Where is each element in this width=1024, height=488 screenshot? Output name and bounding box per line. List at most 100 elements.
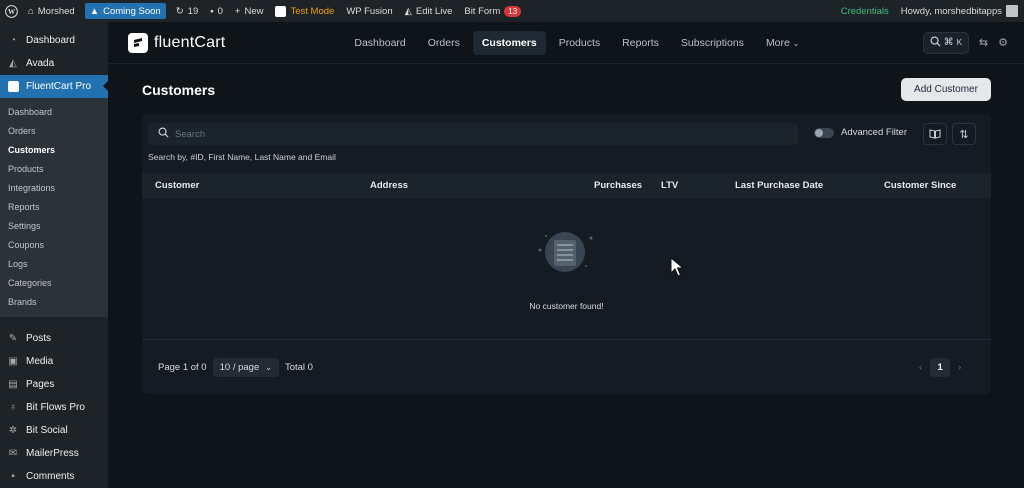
sidebar-item-label: Dashboard: [26, 35, 75, 46]
coming-soon-badge[interactable]: ▲ Coming Soon: [84, 3, 166, 19]
comment-icon: ▪: [11, 471, 15, 482]
submenu-item-customers[interactable]: Customers: [0, 140, 108, 159]
submenu-item-logs[interactable]: Logs: [0, 254, 108, 273]
submenu-item-coupons[interactable]: Coupons: [0, 235, 108, 254]
nav-orders[interactable]: Orders: [419, 31, 469, 55]
column-ltv[interactable]: LTV: [661, 180, 678, 191]
advanced-filter-toggle[interactable]: Advanced Filter: [814, 127, 907, 138]
plus-icon: +: [234, 5, 241, 17]
sidebar-item-dashboard[interactable]: ◔ Dashboard: [0, 29, 108, 52]
customers-table-card: Search Search by, #ID, First Name, Last …: [142, 114, 991, 394]
sidebar-item-label: Avada: [26, 58, 55, 69]
column-last-purchase-date[interactable]: Last Purchase Date: [735, 180, 823, 191]
sidebar-item-posts[interactable]: ✎ Posts: [0, 327, 108, 350]
chevron-down-icon: ⌄: [792, 38, 800, 48]
empty-list-icon: [538, 232, 593, 272]
column-purchases[interactable]: Purchases: [594, 180, 642, 191]
table-header: Customer Address Purchases LTV Last Purc…: [142, 173, 991, 198]
site-name-label: Morshed: [37, 5, 75, 17]
column-customer[interactable]: Customer: [155, 180, 199, 191]
svg-text:W: W: [7, 8, 15, 16]
nav-dashboard[interactable]: Dashboard: [345, 31, 414, 55]
submenu-item-brands[interactable]: Brands: [0, 292, 108, 311]
column-customer-since[interactable]: Customer Since: [884, 180, 956, 191]
nav-reports[interactable]: Reports: [613, 31, 668, 55]
pages-icon: ▤: [8, 379, 18, 390]
book-icon[interactable]: [923, 123, 947, 145]
toggle-switch[interactable]: [814, 127, 834, 138]
nav-subscriptions[interactable]: Subscriptions: [672, 31, 753, 55]
sidebar-item-pages[interactable]: ▤ Pages: [0, 373, 108, 396]
nav-customers[interactable]: Customers: [472, 30, 546, 55]
site-name-link[interactable]: ⌂ Morshed: [22, 0, 81, 22]
sidebar-item-media[interactable]: ▣ Media: [0, 350, 108, 373]
nav-more-label: More: [765, 36, 790, 49]
search-icon: [158, 127, 169, 141]
nav-more[interactable]: More ⌄: [757, 31, 809, 55]
column-address[interactable]: Address: [370, 180, 408, 191]
add-customer-button[interactable]: Add Customer: [901, 78, 991, 101]
wp-admin-sidebar: ◔ Dashboard ◭ Avada FluentCart Pro Dashb…: [0, 22, 108, 488]
new-content-link[interactable]: + New: [229, 0, 270, 22]
sidebar-item-comments[interactable]: ▪ Comments: [0, 465, 108, 488]
comment-bubble-icon: ▪: [210, 5, 214, 17]
chevron-down-icon: ⌄: [265, 363, 272, 372]
wp-admin-bar: W ⌂ Morshed ▲ Coming Soon ↻ 19 ▪ 0 + New…: [0, 0, 1024, 22]
fluentcart-top-nav: fluentCart Dashboard Orders Customers Pr…: [108, 22, 1024, 64]
sidebar-item-fluentcart-pro[interactable]: FluentCart Pro: [0, 75, 108, 98]
chevron-left-icon[interactable]: ‹: [919, 362, 922, 373]
updates-count: 19: [187, 5, 199, 17]
submenu-item-reports[interactable]: Reports: [0, 197, 108, 216]
bit-form-badge: 13: [504, 5, 522, 17]
comments-link[interactable]: ▪ 0: [204, 0, 229, 22]
user-account-menu[interactable]: Howdy, morshedbitapps: [895, 0, 1024, 22]
wp-fusion-link[interactable]: WP Fusion: [340, 0, 398, 22]
main-nav: Dashboard Orders Customers Products Repo…: [345, 30, 809, 55]
bit-form-link[interactable]: Bit Form 13: [458, 0, 527, 22]
search-placeholder: Search: [175, 128, 206, 140]
bitsocial-icon: ✲: [8, 425, 18, 436]
sort-icon[interactable]: ⇅: [952, 123, 976, 145]
sidebar-item-bit-flows-pro[interactable]: ♁ Bit Flows Pro: [0, 396, 108, 419]
gear-icon[interactable]: ⚙: [998, 36, 1008, 49]
per-page-value: 10 / page: [219, 362, 260, 373]
page-info: Page 1 of 0: [158, 362, 207, 373]
fluentcart-logo[interactable]: fluentCart: [128, 32, 226, 53]
pagination-info: Page 1 of 0 10 / page ⌄ Total 0: [158, 358, 313, 377]
submenu-item-dashboard[interactable]: Dashboard: [0, 102, 108, 121]
logo-text: fluentCart: [154, 33, 226, 51]
submenu-item-categories[interactable]: Categories: [0, 273, 108, 292]
edit-live-label: Edit Live: [415, 5, 453, 17]
updates-icon: ↻: [175, 5, 184, 17]
command-search-button[interactable]: ⌘ K: [922, 31, 969, 54]
fluentcart-icon: [7, 81, 19, 93]
search-icon: [930, 36, 941, 50]
submenu-item-products[interactable]: Products: [0, 159, 108, 178]
search-input[interactable]: Search: [148, 123, 798, 145]
page-number-button[interactable]: 1: [930, 358, 951, 377]
home-icon: ⌂: [28, 5, 34, 17]
test-mode-link[interactable]: Test Mode: [269, 0, 340, 22]
pagination: ‹ 1 ›: [919, 358, 961, 377]
per-page-select[interactable]: 10 / page ⌄: [212, 358, 279, 377]
edit-live-link[interactable]: ◭ Edit Live: [399, 0, 459, 22]
submenu-item-integrations[interactable]: Integrations: [0, 178, 108, 197]
credentials-link[interactable]: Credentials: [835, 0, 895, 22]
submenu-item-settings[interactable]: Settings: [0, 216, 108, 235]
chevron-right-icon[interactable]: ›: [958, 362, 961, 373]
submenu-item-orders[interactable]: Orders: [0, 121, 108, 140]
coming-soon-icon: ▲: [89, 5, 100, 17]
nav-products[interactable]: Products: [550, 31, 609, 55]
sidebar-item-mailerpress[interactable]: ✉ MailerPress: [0, 442, 108, 465]
updates-link[interactable]: ↻ 19: [170, 0, 205, 22]
sidebar-item-label: Posts: [26, 333, 52, 344]
pin-icon: ✎: [8, 333, 18, 344]
sidebar-item-label: Bit Social: [26, 425, 68, 436]
sidebar-item-bit-social[interactable]: ✲ Bit Social: [0, 419, 108, 442]
wordpress-logo-icon[interactable]: W: [0, 0, 22, 22]
sidebar-item-avada[interactable]: ◭ Avada: [0, 52, 108, 75]
test-mode-label: Test Mode: [290, 5, 335, 17]
switch-arrows-icon[interactable]: ⇆: [979, 36, 988, 49]
comments-count: 0: [217, 5, 223, 17]
fluentcart-small-icon: [275, 5, 287, 17]
